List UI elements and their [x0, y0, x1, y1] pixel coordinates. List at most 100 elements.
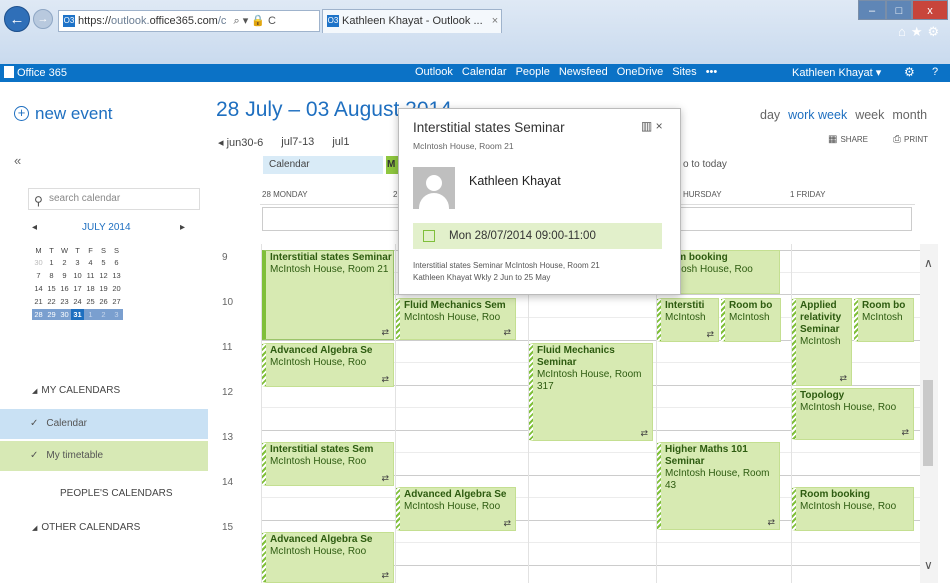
mini-calendar-day[interactable]: 3 — [110, 309, 123, 320]
mini-calendar-day[interactable]: 2 — [97, 309, 110, 320]
other-calendars-heading[interactable]: ◢ OTHER CALENDARS — [32, 522, 140, 533]
mini-calendar-day[interactable]: 20 — [110, 283, 123, 294]
browser-tab[interactable]: O3 Kathleen Khayat - Outlook ... × — [322, 9, 502, 33]
calendar-event[interactable]: Advanced Algebra Se McIntosh House, Roo … — [262, 343, 394, 387]
calendar-event[interactable]: Interstiti McIntosh ⇄ — [657, 298, 719, 342]
calendar-event[interactable]: Room bo McIntosh — [854, 298, 914, 342]
mini-calendar-day[interactable]: 2 — [58, 257, 71, 268]
mini-calendar-day[interactable]: 1 — [84, 309, 97, 320]
mini-calendar-today[interactable]: 31 — [71, 309, 84, 320]
collapse-pane-icon[interactable]: « — [14, 153, 21, 168]
mini-calendar-day[interactable]: 30 — [58, 309, 71, 320]
share-button[interactable]: ▦ SHARE — [828, 134, 868, 145]
week-link[interactable]: jul7-13 — [281, 136, 314, 149]
mini-calendar-day[interactable]: 15 — [45, 283, 58, 294]
scroll-down-icon[interactable]: ∨ — [924, 558, 933, 572]
maximize-button[interactable]: □ — [886, 0, 912, 20]
calendar-filter-chip[interactable]: Calendar — [263, 156, 383, 174]
week-link[interactable]: jul1 — [332, 136, 349, 149]
mini-calendar-day[interactable]: 7 — [32, 270, 45, 281]
address-bar-icons[interactable]: ⌕ ▾ 🔒 C — [233, 15, 276, 27]
mini-calendar-day[interactable]: 29 — [45, 309, 58, 320]
go-to-today-link[interactable]: o to today — [683, 159, 727, 170]
mini-calendar-day[interactable]: 27 — [110, 296, 123, 307]
new-event-button[interactable]: + new event — [14, 104, 113, 124]
mini-calendar-day[interactable]: 8 — [45, 270, 58, 281]
mini-calendar-day[interactable]: 11 — [84, 270, 97, 281]
nav-people[interactable]: People — [516, 66, 550, 78]
mini-calendar-day[interactable]: 5 — [97, 257, 110, 268]
minimize-button[interactable]: – — [858, 0, 886, 20]
popup-organizer-name[interactable]: Kathleen Khayat — [469, 174, 561, 188]
mini-calendar-day[interactable]: 17 — [71, 283, 84, 294]
mini-calendar-day[interactable]: 26 — [97, 296, 110, 307]
mini-calendar-day[interactable]: 18 — [84, 283, 97, 294]
calendar-event[interactable]: Applied relativity Seminar McIntosh ⇄ — [792, 298, 852, 386]
mini-calendar-day[interactable]: 6 — [110, 257, 123, 268]
scroll-up-icon[interactable]: ∧ — [924, 256, 933, 270]
close-window-button[interactable]: x — [912, 0, 948, 20]
forward-arrow-icon[interactable]: → — [33, 9, 53, 29]
mini-calendar-day[interactable]: 4 — [84, 257, 97, 268]
mini-calendar-day[interactable]: 22 — [45, 296, 58, 307]
view-work-week[interactable]: work week — [788, 108, 847, 122]
mini-calendar-day[interactable]: 23 — [58, 296, 71, 307]
nav-sites[interactable]: Sites — [672, 66, 696, 78]
browser-toolbar-icons[interactable]: ⌂★⚙ — [898, 24, 944, 40]
nav-onedrive[interactable]: OneDrive — [617, 66, 663, 78]
week-link[interactable]: ◂ jun30-6 — [218, 136, 263, 149]
mini-calendar-day[interactable]: 19 — [97, 283, 110, 294]
calendar-event[interactable]: Fluid Mechanics Sem McIntosh House, Roo … — [396, 298, 516, 340]
day-header-thursday[interactable]: HURSDAY — [683, 190, 722, 199]
mini-calendar-day[interactable]: 25 — [84, 296, 97, 307]
day-header-monday[interactable]: 28 MONDAY — [262, 190, 308, 199]
calendar-list-item-timetable[interactable]: ✓ My timetable — [0, 441, 208, 471]
mini-calendar-day[interactable]: 30 — [32, 257, 45, 268]
search-calendar-input[interactable]: ⚲ search calendar — [28, 188, 200, 210]
next-month-icon[interactable]: ▸ — [180, 222, 185, 233]
mini-calendar-day[interactable]: 16 — [58, 283, 71, 294]
mini-calendar-day[interactable]: 9 — [58, 270, 71, 281]
address-bar[interactable]: O3 https://outlook.office365.com/c ⌕ ▾ 🔒 … — [58, 10, 320, 32]
back-arrow-icon[interactable]: ← — [4, 6, 30, 32]
nav-calendar[interactable]: Calendar — [462, 66, 507, 78]
peoples-calendars-heading[interactable]: PEOPLE'S CALENDARS — [60, 488, 173, 499]
calendar-event[interactable]: Topology McIntosh House, Roo ⇄ — [792, 388, 914, 440]
mini-calendar-day[interactable]: 1 — [45, 257, 58, 268]
print-button[interactable]: ⎙ PRINT — [893, 134, 928, 145]
mini-calendar-day[interactable]: 12 — [97, 270, 110, 281]
prev-month-icon[interactable]: ◂ — [32, 222, 37, 233]
calendar-event[interactable]: Room booking McIntosh House, Roo — [792, 487, 914, 531]
timetable-filter-chip[interactable]: M — [386, 156, 398, 174]
nav-more[interactable]: ••• — [706, 66, 718, 78]
mini-calendar-day[interactable]: 13 — [110, 270, 123, 281]
mini-calendar-day[interactable]: 24 — [71, 296, 84, 307]
mini-calendar-day[interactable]: 21 — [32, 296, 45, 307]
calendar-event[interactable]: Higher Maths 101 Seminar McIntosh House,… — [657, 442, 780, 530]
mini-calendar-day[interactable]: 3 — [71, 257, 84, 268]
nav-outlook[interactable]: Outlook — [415, 66, 453, 78]
mini-calendar-day[interactable]: 14 — [32, 283, 45, 294]
view-week[interactable]: week — [855, 108, 884, 122]
calendar-list-item-calendar[interactable]: ✓ Calendar — [0, 409, 208, 439]
help-icon[interactable]: ? — [932, 66, 938, 78]
popup-expand-close-icons[interactable]: ▥ × — [641, 119, 663, 133]
nav-newsfeed[interactable]: Newsfeed — [559, 66, 608, 78]
tab-close-icon[interactable]: × — [492, 15, 498, 27]
my-calendars-heading[interactable]: ◢ MY CALENDARS — [32, 385, 120, 396]
mini-calendar-day[interactable]: 10 — [71, 270, 84, 281]
scrollbar-thumb[interactable] — [923, 380, 933, 466]
calendar-event[interactable]: Advanced Algebra Se McIntosh House, Roo … — [262, 532, 394, 583]
calendar-event[interactable]: Room bo McIntosh — [721, 298, 781, 342]
day-header-friday[interactable]: 1 FRIDAY — [790, 190, 825, 199]
settings-gear-icon[interactable]: ⚙ — [904, 65, 915, 79]
calendar-event[interactable]: Interstitial states Sem McIntosh House, … — [262, 442, 394, 486]
office365-logo[interactable]: Office 365 — [4, 66, 67, 79]
calendar-event[interactable]: Advanced Algebra Se McIntosh House, Roo … — [396, 487, 516, 531]
user-menu[interactable]: Kathleen Khayat ▾ — [792, 66, 881, 79]
mini-calendar-day[interactable]: 28 — [32, 309, 45, 320]
mini-calendar-title[interactable]: JULY 2014 — [82, 222, 131, 233]
day-header-tuesday[interactable]: 2 — [393, 190, 397, 199]
calendar-event[interactable]: Fluid Mechanics Seminar McIntosh House, … — [529, 343, 653, 441]
view-month[interactable]: month — [892, 108, 927, 122]
